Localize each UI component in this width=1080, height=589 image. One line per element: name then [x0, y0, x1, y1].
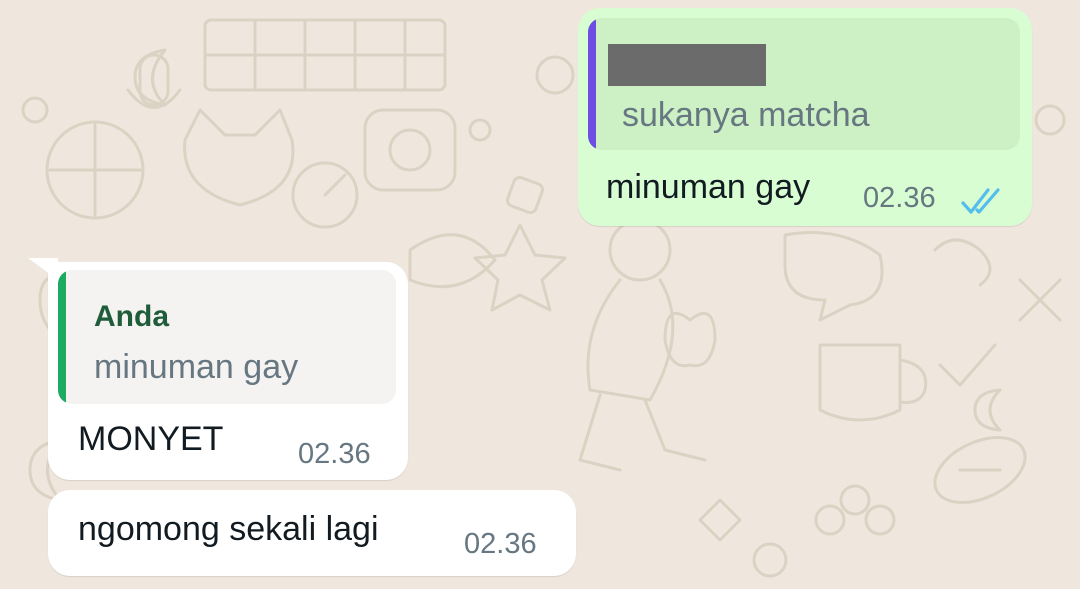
incoming-message-bubble[interactable]: Anda minuman gay MONYET 02.36 [48, 262, 408, 480]
quoted-message-text: sukanya matcha [622, 96, 870, 134]
quoted-sender-name: Anda [94, 300, 169, 333]
outgoing-message-bubble[interactable]: sukanya matcha minuman gay 02.36 [578, 8, 1032, 226]
message-timestamp: 02.36 [863, 182, 936, 214]
incoming-message-bubble[interactable]: ngomong sekali lagi 02.36 [48, 490, 576, 576]
quote-accent-bar [58, 270, 66, 404]
message-timestamp: 02.36 [464, 528, 537, 560]
redacted-sender-name [608, 44, 766, 86]
message-text: ngomong sekali lagi [78, 510, 379, 548]
message-text: MONYET [78, 420, 224, 458]
quote-accent-bar [588, 18, 596, 150]
bubble-tail [28, 258, 58, 280]
quoted-reply[interactable]: sukanya matcha [588, 18, 1020, 150]
message-timestamp: 02.36 [298, 438, 371, 470]
quoted-message-text: minuman gay [94, 348, 299, 386]
double-check-read-icon [961, 188, 1000, 214]
quoted-reply[interactable]: Anda minuman gay [58, 270, 396, 404]
message-text: minuman gay [606, 168, 811, 206]
